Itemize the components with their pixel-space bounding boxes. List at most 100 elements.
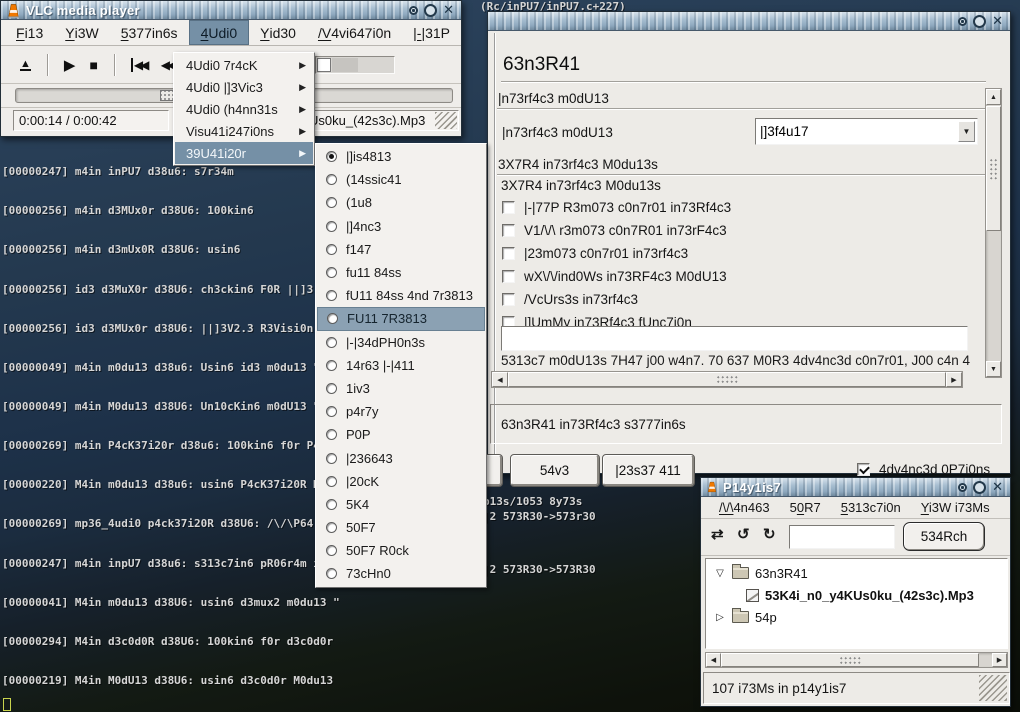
- preset-fullbass[interactable]: fu11 84ss: [317, 261, 485, 284]
- radio-icon: [326, 429, 337, 440]
- menu-settings[interactable]: 5377in6s: [110, 20, 189, 45]
- checkbox-icon[interactable]: [502, 270, 515, 283]
- resize-grip[interactable]: [979, 675, 1007, 701]
- preset-flat[interactable]: f147: [317, 238, 485, 261]
- preset-fulltreble[interactable]: FU11 7R3813: [317, 307, 485, 330]
- checkbox-vlm-remote[interactable]: V1/\/\ r3m073 c0n7R01 in73rF4c3: [502, 222, 727, 238]
- search-button[interactable]: 534Rch: [903, 522, 985, 551]
- playlist-horizontal-scrollbar[interactable]: ◀ ▶: [705, 652, 1008, 668]
- vertical-scrollbar[interactable]: ▲ ▼: [985, 88, 1002, 378]
- maximize-button[interactable]: [424, 4, 437, 17]
- preset-reggae[interactable]: |236643: [317, 446, 485, 469]
- scrollbar-thumb[interactable]: [508, 372, 946, 387]
- scrollbar-thumb[interactable]: [986, 106, 1001, 231]
- interface-module-combobox[interactable]: |]3f4u17 ▼: [755, 118, 978, 145]
- menu-item-audio-channels[interactable]: 4Udi0 (h4nn31s▶: [175, 98, 313, 120]
- maximize-button[interactable]: [973, 481, 986, 494]
- checkbox-icon[interactable]: [502, 293, 515, 306]
- menu-selection[interactable]: 5313c7i0n: [831, 500, 911, 515]
- preset-headphones[interactable]: |-|34dPH0n3s: [317, 331, 485, 354]
- menu-navigation[interactable]: /V4vi647i0n: [307, 20, 402, 45]
- menu-audio[interactable]: 4Udi0: [189, 20, 250, 45]
- terminal-line: [00000041] M4in m0du13 d38U6: usin6 d3mu…: [2, 596, 717, 609]
- preset-soft[interactable]: 50F7: [317, 516, 485, 539]
- menu-manage[interactable]: /\/\4n463: [709, 500, 780, 515]
- checkbox-icon[interactable]: [502, 201, 515, 214]
- advanced-options-checkbox[interactable]: 4dv4nc3d 0P7i0ns: [857, 461, 990, 477]
- preset-ska[interactable]: 5K4: [317, 493, 485, 516]
- preset-label: |]is4813: [346, 149, 391, 164]
- preset-techno[interactable]: 73cHn0: [317, 562, 485, 585]
- preset-club[interactable]: (1u8: [317, 191, 485, 214]
- shade-button[interactable]: [409, 6, 418, 15]
- menu-view-items[interactable]: Yi3W i73Ms: [911, 500, 1000, 515]
- previous-button[interactable]: ◀◀: [124, 54, 154, 76]
- preset-classical[interactable]: (14ssic41: [317, 168, 485, 191]
- scroll-down-icon[interactable]: ▼: [986, 361, 1001, 377]
- scroll-right-icon[interactable]: ▶: [992, 653, 1007, 667]
- tree-item-current-track[interactable]: 53K4i_n0_y4KUs0ku_(42s3c).Mp3: [706, 585, 974, 605]
- checkbox-icon[interactable]: [502, 247, 515, 260]
- audio-dropdown-menu: 4Udi0 7r4cK▶ 4Udi0 |]3Vic3▶ 4Udi0 (h4nn3…: [173, 52, 315, 166]
- preset-rock[interactable]: |20cK: [317, 470, 485, 493]
- menu-item-equalizer[interactable]: 39U41i20r▶: [175, 142, 313, 164]
- interface-module-label: |n73rf4c3 m0dU13: [502, 125, 613, 140]
- tree-group-sap[interactable]: ▷ 54p: [706, 607, 777, 627]
- stop-button[interactable]: ■: [82, 53, 104, 77]
- playlist-search-input[interactable]: [789, 525, 895, 549]
- preset-largehall[interactable]: 14r63 |-|411: [317, 354, 485, 377]
- volume-slider[interactable]: [315, 56, 395, 74]
- close-button[interactable]: ✕: [992, 15, 1003, 28]
- loop-icon[interactable]: ↺: [737, 525, 750, 543]
- tree-group-general[interactable]: ▽ 63n3R41: [706, 563, 808, 583]
- collapse-icon[interactable]: ▽: [714, 568, 726, 579]
- shade-button[interactable]: [958, 483, 967, 492]
- menu-help[interactable]: |-|31P: [402, 20, 461, 45]
- close-button[interactable]: ✕: [992, 481, 1003, 494]
- save-button[interactable]: 54v3: [511, 455, 599, 486]
- preset-pop[interactable]: P0P: [317, 423, 485, 446]
- radio-icon: [326, 545, 337, 556]
- menu-video[interactable]: Yid30: [249, 20, 307, 45]
- scrollbar-thumb[interactable]: [721, 653, 979, 667]
- menu-file[interactable]: Fi13: [5, 20, 54, 45]
- preferences-titlebar[interactable]: ✕: [488, 12, 1010, 31]
- checkbox-icon[interactable]: [502, 224, 515, 237]
- repeat-icon[interactable]: ↻: [763, 525, 776, 543]
- close-button[interactable]: ✕: [443, 4, 454, 17]
- preset-disable[interactable]: |]is4813: [317, 145, 485, 168]
- menu-item-audio-device[interactable]: 4Udi0 |]3Vic3▶: [175, 76, 313, 98]
- checkbox-http-remote[interactable]: |-|77P R3m073 c0n7r01 in73Rf4c3: [502, 199, 731, 215]
- preset-softrock[interactable]: 50F7 R0ck: [317, 539, 485, 562]
- scroll-left-icon[interactable]: ◀: [706, 653, 721, 667]
- rewind-icon: ◀◀: [161, 58, 174, 72]
- reset-all-button[interactable]: |23s37 411: [603, 455, 694, 486]
- shade-button[interactable]: [958, 17, 967, 26]
- menu-sort[interactable]: 50R7: [780, 500, 831, 515]
- preset-live[interactable]: 1iv3: [317, 377, 485, 400]
- menu-item-audio-track[interactable]: 4Udi0 7r4cK▶: [175, 54, 313, 76]
- scroll-right-icon[interactable]: ▶: [946, 372, 962, 387]
- preset-dance[interactable]: |]4nc3: [317, 215, 485, 238]
- preset-fullbasstreble[interactable]: fU11 84ss 4nd 7r3813: [317, 284, 485, 307]
- scroll-left-icon[interactable]: ◀: [492, 372, 508, 387]
- menu-item-visualizations[interactable]: Visu41i247i0ns▶: [175, 120, 313, 142]
- extra-modules-input[interactable]: [501, 326, 968, 351]
- random-icon[interactable]: ⇄: [711, 525, 724, 543]
- checkbox-icon[interactable]: [857, 463, 870, 476]
- checkbox-ncurses[interactable]: /VcUrs3s in73rf4c3: [502, 291, 638, 307]
- maximize-button[interactable]: [973, 15, 986, 28]
- checkbox-remote-control[interactable]: |23m073 c0n7r01 in73rf4c3: [502, 245, 688, 261]
- horizontal-scrollbar[interactable]: ◀ ▶: [491, 371, 963, 388]
- scroll-up-icon[interactable]: ▲: [986, 89, 1001, 105]
- eject-button[interactable]: ▲: [13, 55, 38, 75]
- preset-party[interactable]: p4r7y: [317, 400, 485, 423]
- volume-slider-handle[interactable]: [317, 58, 331, 72]
- combobox-arrow-icon[interactable]: ▼: [958, 121, 975, 142]
- play-button[interactable]: ▶: [57, 52, 83, 78]
- vlc-titlebar[interactable]: VLC media player ✕: [1, 1, 461, 20]
- menu-view[interactable]: Yi3W: [54, 20, 109, 45]
- checkbox-wxwindows[interactable]: wX\/\/ind0Ws in73RF4c3 M0dU13: [502, 268, 727, 284]
- expand-icon[interactable]: ▷: [714, 612, 726, 623]
- playlist-titlebar[interactable]: P14y1is7 ✕: [701, 478, 1010, 497]
